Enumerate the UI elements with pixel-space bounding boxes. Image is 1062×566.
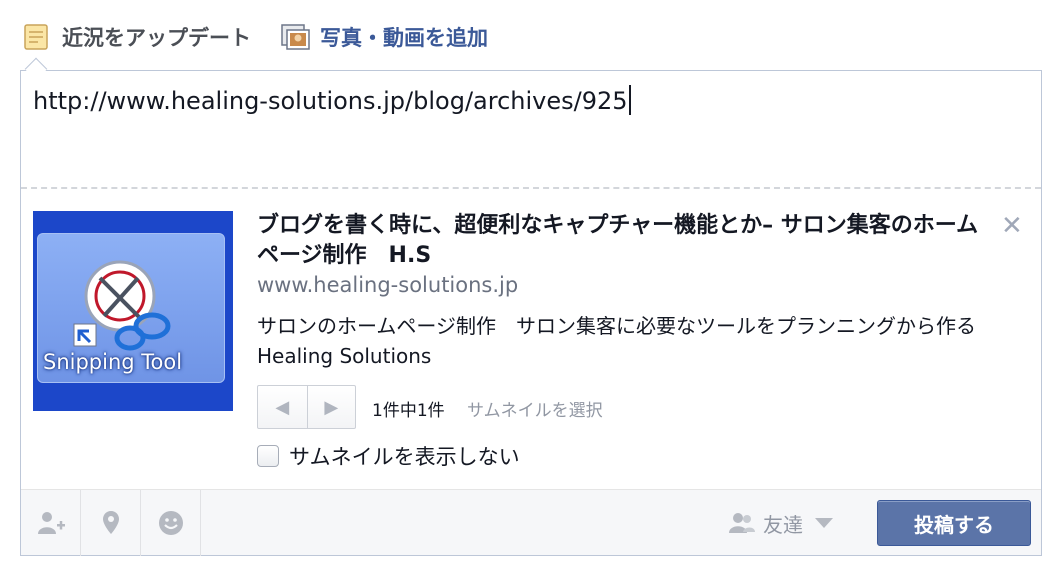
composer-tabs: 近況をアップデート 写真・動画を追加 (0, 0, 1062, 70)
chevron-down-icon (815, 518, 833, 528)
status-text-value: http://www.healing-solutions.jp/blog/arc… (33, 87, 628, 115)
status-text-input[interactable]: http://www.healing-solutions.jp/blog/arc… (33, 85, 631, 115)
audience-label: 友達 (763, 512, 803, 537)
no-thumbnail-option: サムネイルを表示しない (257, 441, 520, 471)
note-icon (22, 22, 52, 52)
remove-preview-close-icon[interactable]: ✕ (1001, 211, 1023, 241)
tab-update-status[interactable]: 近況をアップデート (22, 20, 251, 54)
add-feeling-button[interactable] (141, 490, 201, 556)
link-preview-thumbnail[interactable]: Snipping Tool (33, 211, 233, 411)
post-button[interactable]: 投稿する (877, 500, 1031, 546)
thumbnail-caption: Snipping Tool (43, 350, 183, 374)
status-composer: http://www.healing-solutions.jp/blog/arc… (20, 70, 1042, 556)
link-preview-title[interactable]: ブログを書く時に、超便利なキャプチャー機能とか– サロン集客のホームページ制作 … (257, 211, 997, 271)
tab-update-status-label: 近況をアップデート (62, 26, 251, 50)
composer-footer: 友達 投稿する (21, 489, 1041, 556)
tab-add-photo-video[interactable]: 写真・動画を追加 (280, 20, 488, 54)
photo-icon (280, 22, 310, 52)
feeling-smiley-icon (158, 511, 183, 535)
audience-selector[interactable]: 友達 (729, 490, 833, 556)
thumbnail-pager: ◀ ▶ (257, 385, 356, 429)
thumbnail-count: 1件中1件 (372, 401, 445, 421)
location-pin-icon (102, 511, 119, 534)
add-location-button[interactable] (81, 490, 141, 556)
link-preview-description[interactable]: サロンのホームページ制作 サロン集客に必要なツールをプランニングから作る Hea… (257, 311, 1027, 371)
input-divider (21, 187, 1041, 189)
text-cursor (628, 85, 631, 115)
friends-icon (729, 513, 755, 533)
tag-friends-button[interactable] (21, 490, 81, 556)
next-thumbnail-button[interactable]: ▶ (306, 386, 356, 428)
choose-thumbnail-label: サムネイルを選択 (467, 401, 603, 421)
previous-thumbnail-button[interactable]: ◀ (258, 386, 307, 428)
tag-friends-icon (37, 512, 65, 534)
link-preview-domain: www.healing-solutions.jp (257, 273, 519, 297)
tab-add-photo-video-label: 写真・動画を追加 (320, 26, 488, 50)
no-thumbnail-checkbox[interactable] (257, 445, 279, 467)
no-thumbnail-label[interactable]: サムネイルを表示しない (289, 441, 520, 471)
